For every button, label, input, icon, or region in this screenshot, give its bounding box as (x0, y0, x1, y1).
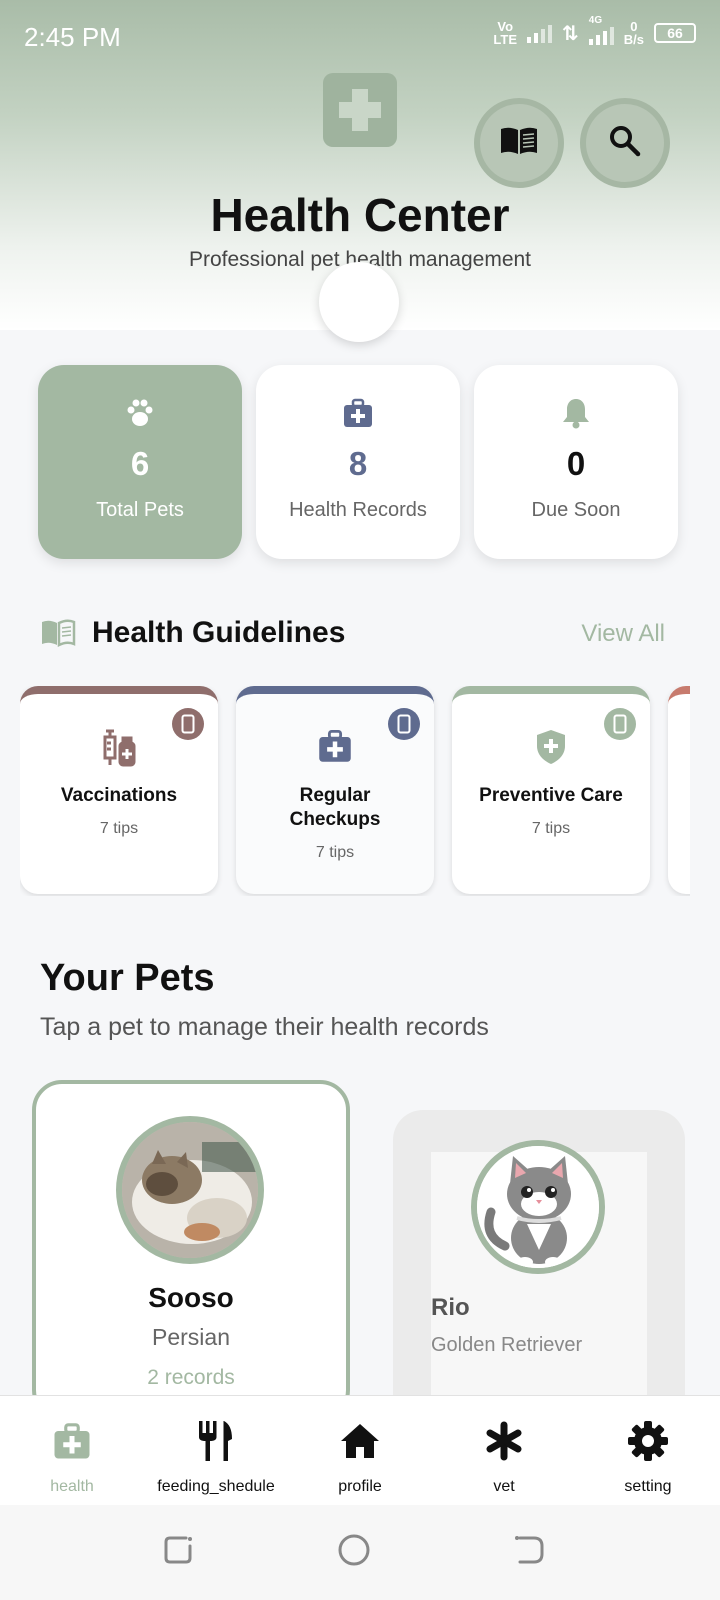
guideline-title: Regular Checkups (289, 785, 381, 830)
search-button[interactable] (580, 98, 670, 188)
tab-profile[interactable]: profile (288, 1418, 432, 1496)
guide-book-button[interactable] (474, 98, 564, 188)
medical-kit-icon (256, 397, 460, 431)
tab-health[interactable]: health (0, 1418, 144, 1496)
paw-icon (38, 397, 242, 431)
utensils-icon (144, 1418, 288, 1464)
system-navigation-bar (0, 1505, 720, 1600)
stat-label: Health Records (289, 499, 427, 521)
battery-icon: 66 (654, 23, 696, 43)
signal-icon (527, 23, 552, 43)
pet-name: Sooso (148, 1282, 234, 1313)
tab-vet[interactable]: vet (432, 1418, 576, 1496)
guidelines-carousel[interactable]: Vaccinations 7 tips Regular Checkups 7 t… (20, 686, 690, 896)
pet-card-rio[interactable]: Rio Golden Retriever (393, 1110, 685, 1452)
medical-kit-icon (0, 1418, 144, 1464)
net-type-indicator: 4G (588, 15, 614, 45)
home-button-icon[interactable] (337, 1533, 371, 1572)
guideline-card-partial[interactable] (668, 686, 690, 894)
guideline-tips: 7 tips (315, 844, 355, 861)
page-title: Health Center (210, 189, 510, 241)
tab-label: vet (493, 1478, 515, 1495)
net-type-label: 4G (588, 15, 603, 26)
pets-subtitle: Tap a pet to manage their health records (40, 1013, 489, 1041)
floating-circle-button[interactable] (319, 262, 399, 342)
back-button-icon[interactable] (512, 1533, 546, 1572)
data-arrows-icon: ⇅ (562, 22, 579, 45)
tab-setting[interactable]: setting (576, 1418, 720, 1496)
status-time: 2:45 PM (24, 22, 121, 52)
tab-label: profile (338, 1478, 382, 1495)
volte-bottom: LTE (493, 32, 517, 47)
stat-value: 0 (566, 445, 586, 482)
view-all-link[interactable]: View All (581, 620, 665, 648)
net-speed: 0 B/s (624, 20, 644, 46)
status-bar: 2:45 PM Vo LTE ⇅ 4G 0 B/s 66 (0, 0, 720, 70)
mobile-badge-icon (172, 708, 204, 740)
pet-records: 2 records (147, 1366, 235, 1389)
guideline-card-preventive[interactable]: Preventive Care 7 tips (452, 686, 650, 894)
battery-level: 66 (667, 25, 683, 41)
stat-label: Due Soon (531, 499, 621, 521)
mobile-badge-icon (604, 708, 636, 740)
medical-cross-icon (323, 73, 397, 147)
book-icon (40, 619, 76, 652)
guideline-card-vaccinations[interactable]: Vaccinations 7 tips (20, 686, 218, 894)
stat-label: Total Pets (96, 499, 184, 521)
gear-icon (576, 1418, 720, 1464)
stat-value: 8 (348, 445, 368, 482)
volte-indicator: Vo LTE (493, 20, 517, 46)
pet-breed: Golden Retriever (431, 1334, 583, 1356)
mobile-badge-icon (388, 708, 420, 740)
tab-label: setting (624, 1478, 672, 1495)
bell-icon (474, 397, 678, 431)
guideline-tips: 7 tips (99, 820, 139, 837)
tab-feeding-schedule[interactable]: feeding_shedule (144, 1418, 288, 1496)
guideline-card-checkups[interactable]: Regular Checkups 7 tips (236, 686, 434, 894)
pet-avatar (116, 1116, 264, 1264)
guideline-title: Vaccinations (60, 785, 178, 806)
guidelines-title: Health Guidelines (92, 616, 346, 649)
pets-title: Your Pets (40, 957, 215, 999)
stat-card-due-soon[interactable]: 0 Due Soon (474, 365, 678, 559)
asterisk-icon (432, 1418, 576, 1464)
bottom-tab-bar: health feeding_shedule profile vet setti… (0, 1395, 720, 1505)
pet-name: Rio (431, 1294, 470, 1321)
stat-card-total-pets[interactable]: 6 Total Pets (38, 365, 242, 559)
tab-label: health (50, 1478, 94, 1495)
guideline-title: Preventive Care (479, 785, 623, 806)
pet-breed: Persian (152, 1324, 230, 1350)
stat-value: 6 (130, 445, 150, 482)
pet-card-sooso[interactable]: Sooso Persian 2 records (32, 1080, 350, 1420)
recents-button-icon[interactable] (162, 1533, 196, 1572)
home-icon (288, 1418, 432, 1464)
search-icon (608, 124, 642, 163)
pet-avatar (471, 1140, 605, 1274)
tab-label: feeding_shedule (157, 1478, 275, 1495)
net-speed-unit: B/s (623, 32, 644, 47)
guidelines-header: Health Guidelines View All (40, 614, 680, 654)
guideline-tips: 7 tips (531, 820, 571, 837)
status-icons: Vo LTE ⇅ 4G 0 B/s 66 (493, 15, 696, 46)
stat-card-health-records[interactable]: 8 Health Records (256, 365, 460, 559)
book-icon (499, 126, 539, 161)
signal-2-icon (588, 25, 614, 45)
